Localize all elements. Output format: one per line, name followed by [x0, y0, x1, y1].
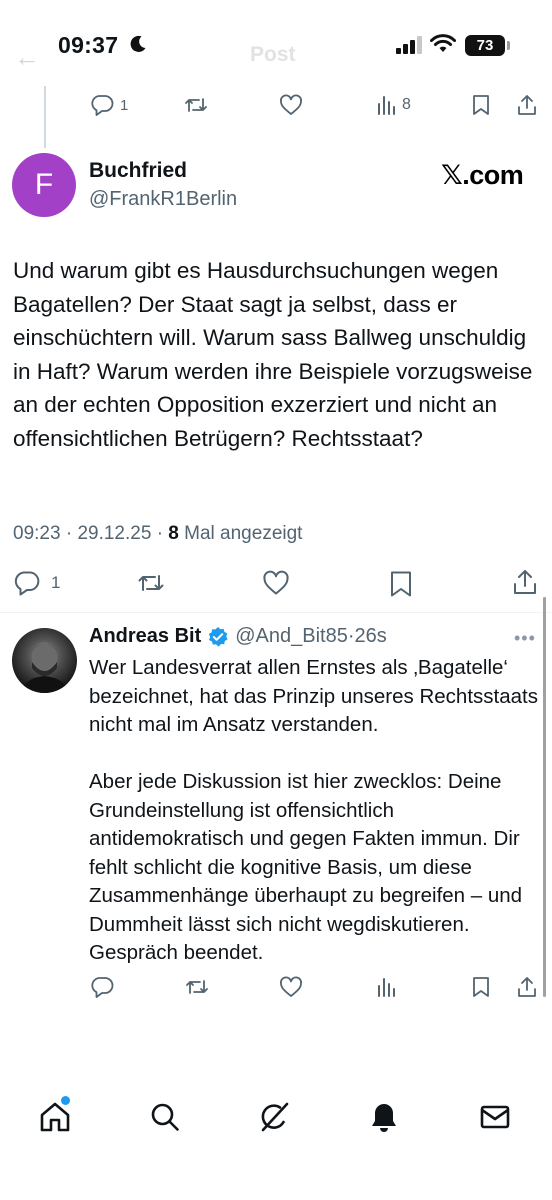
- reply-author-name[interactable]: Andreas Bit: [89, 625, 201, 648]
- repost-button[interactable]: [136, 570, 166, 596]
- parent-reply-count: 1: [120, 96, 129, 114]
- bookmark-icon: [473, 95, 489, 115]
- bookmark-icon: [473, 977, 489, 997]
- wifi-icon: [430, 34, 456, 52]
- views-icon: [378, 978, 395, 997]
- author-avatar[interactable]: F: [12, 153, 76, 217]
- reply-paragraph: Wer Landesverrat allen Ernstes als ‚Baga…: [89, 656, 538, 736]
- parent-repost-button[interactable]: [183, 94, 209, 116]
- repost-icon: [138, 575, 164, 591]
- parent-reply-button[interactable]: 1: [90, 94, 128, 116]
- reply-icon: [91, 977, 114, 998]
- signal-icon: [396, 36, 422, 54]
- parent-like-button[interactable]: [279, 94, 303, 116]
- reply-bookmark-button[interactable]: [471, 976, 491, 998]
- mail-icon: [480, 1105, 510, 1129]
- header-title: Post: [250, 43, 296, 66]
- battery-indicator: 73: [465, 35, 505, 56]
- avatar-portrait: [20, 642, 69, 693]
- reply-like-button[interactable]: [279, 976, 303, 998]
- grok-icon: [261, 1102, 289, 1132]
- bookmark-icon: [391, 571, 411, 597]
- share-icon: [518, 95, 536, 115]
- tweet-views: 8: [168, 523, 179, 544]
- meta-separator: ·: [156, 523, 169, 544]
- tweet-views-label: Mal angezeigt: [184, 523, 303, 544]
- bottom-navigation: [0, 1090, 552, 1150]
- reply-share-button[interactable]: [515, 975, 539, 999]
- nav-grok[interactable]: [257, 1100, 291, 1139]
- reply-paragraph: Aber jede Diskussion ist hier zwecklos: …: [89, 770, 523, 964]
- reply-icon: [14, 571, 40, 596]
- more-options-icon[interactable]: •••: [514, 628, 536, 649]
- share-icon: [514, 570, 536, 594]
- x-com-logo: 𝕏.com: [441, 160, 524, 190]
- reply-button[interactable]: 1: [13, 570, 60, 596]
- tweet-meta: 09:23 · 29.12.25 · 8 Mal angezeigt: [13, 523, 302, 545]
- tweet-date: 29.12.25: [77, 523, 152, 544]
- reply-author-handle[interactable]: @And_Bit85: [235, 625, 348, 648]
- nav-search[interactable]: [148, 1100, 182, 1139]
- reply-repost-button[interactable]: [184, 976, 210, 998]
- divider: [0, 612, 552, 613]
- moon-icon: [130, 35, 146, 52]
- parent-share-button[interactable]: [515, 93, 539, 117]
- status-time: 09:37: [58, 32, 119, 58]
- repost-icon: [186, 980, 208, 994]
- battery-tip: [507, 41, 510, 50]
- tweet-time: 09:23: [13, 523, 61, 544]
- reply-age: 26s: [354, 625, 387, 647]
- like-icon: [280, 976, 302, 997]
- verified-badge-icon: [209, 626, 228, 647]
- nav-messages[interactable]: [478, 1100, 512, 1139]
- back-arrow-icon[interactable]: ←: [14, 42, 40, 73]
- author-name[interactable]: Buchfried: [89, 159, 187, 183]
- thread-line: [44, 86, 46, 148]
- tweet-text: Und warum gibt es Hausdurchsuchungen weg…: [13, 258, 533, 451]
- home-icon: [40, 1102, 70, 1132]
- views-icon: [378, 96, 395, 115]
- bookmark-button[interactable]: [389, 570, 413, 598]
- reply-reply-button[interactable]: [90, 976, 114, 998]
- meta-separator: ·: [65, 523, 78, 544]
- share-icon: [518, 977, 536, 997]
- parent-views-count: 8: [402, 96, 411, 113]
- reply-author-avatar[interactable]: [12, 628, 77, 693]
- parent-bookmark-button[interactable]: [471, 94, 491, 116]
- status-bar: ← Post 09:37 73: [0, 0, 552, 88]
- author-handle[interactable]: @FrankR1Berlin: [89, 188, 237, 211]
- search-icon: [151, 1103, 179, 1131]
- reply-text: Wer Landesverrat allen Ernstes als ‚Baga…: [89, 654, 544, 968]
- repost-icon: [185, 98, 207, 112]
- bell-icon: [372, 1104, 396, 1132]
- nav-notifications[interactable]: [367, 1100, 401, 1139]
- reply-count: 1: [51, 573, 61, 592]
- home-unread-dot: [61, 1096, 70, 1105]
- reply-views-button[interactable]: [376, 976, 396, 998]
- like-button[interactable]: [262, 570, 290, 596]
- reply-icon: [91, 95, 114, 116]
- meta-separator: ·: [347, 625, 355, 647]
- nav-home[interactable]: [38, 1100, 72, 1139]
- reply-header: Andreas Bit @And_Bit85 · 26s: [89, 625, 387, 648]
- parent-views-button[interactable]: 8: [376, 94, 411, 116]
- like-icon: [280, 94, 302, 115]
- like-icon: [263, 570, 289, 595]
- share-button[interactable]: [511, 568, 539, 596]
